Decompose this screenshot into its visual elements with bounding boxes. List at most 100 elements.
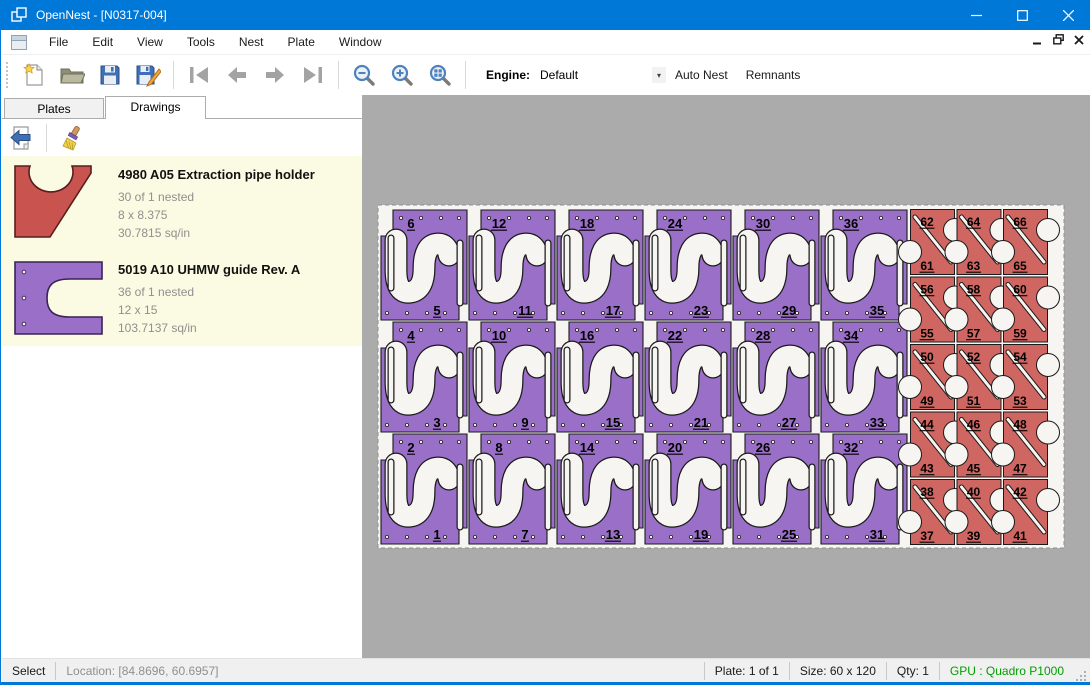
part-hole [777, 423, 780, 426]
nest-pair-purple[interactable]: 1817 [557, 210, 643, 320]
nest-pair-purple[interactable]: 3433 [821, 322, 907, 432]
part-hole [703, 216, 706, 219]
zoom-in-button[interactable] [383, 59, 421, 91]
part-hole [737, 535, 740, 538]
part-hole [865, 535, 868, 538]
clear-button[interactable] [53, 122, 91, 154]
tab-plates[interactable]: Plates [4, 98, 104, 119]
part-hole [777, 535, 780, 538]
part-hole [845, 535, 848, 538]
part-hole [865, 423, 868, 426]
save-as-button[interactable] [129, 59, 167, 91]
nest-canvas-area[interactable]: 654321 121110987 181716151413 242322212019 3… [363, 95, 1090, 658]
menu-edit[interactable]: Edit [80, 31, 125, 53]
first-plate-button[interactable] [180, 59, 218, 91]
zoom-out-button[interactable] [345, 59, 383, 91]
open-button[interactable] [53, 59, 91, 91]
tab-drawings[interactable]: Drawings [105, 96, 206, 119]
last-plate-button[interactable] [294, 59, 332, 91]
part-number-label: 37 [920, 529, 934, 543]
menu-nest[interactable]: Nest [227, 31, 276, 53]
new-document-icon [22, 63, 46, 87]
part-notch [992, 443, 1015, 466]
menu-tools[interactable]: Tools [175, 31, 227, 53]
part-number-label: 19 [694, 527, 708, 542]
part-hole [865, 311, 868, 314]
next-plate-button[interactable] [256, 59, 294, 91]
document-window-icon[interactable] [11, 35, 27, 50]
tab-strip-border-mask [106, 118, 205, 119]
part-number-label: 48 [1013, 418, 1027, 432]
part-number-label: 62 [920, 215, 934, 229]
nest-pair-purple[interactable]: 2827 [733, 322, 819, 432]
nest-pair-purple[interactable]: 87 [469, 434, 555, 544]
part-number-label: 15 [606, 415, 620, 430]
send-to-plate-button[interactable] [2, 122, 40, 154]
part-hole [419, 328, 422, 331]
nest-pair-purple[interactable]: 21 [381, 434, 467, 544]
menu-plate[interactable]: Plate [276, 31, 327, 53]
nest-pair-purple[interactable]: 3635 [821, 210, 907, 320]
drawing-item[interactable]: 5019 A10 UHMW guide Rev. A 36 of 1 neste… [2, 251, 362, 346]
part-hole [493, 535, 496, 538]
toolbar-grip[interactable] [6, 62, 9, 88]
status-bar: Select Location: [84.8696, 60.6957] Plat… [2, 658, 1090, 682]
part-hole [487, 216, 490, 219]
menu-window[interactable]: Window [327, 31, 394, 53]
nest-pair-purple[interactable]: 3029 [733, 210, 819, 320]
part-hole [513, 311, 516, 314]
part-notch [899, 376, 922, 399]
drawing-area: 103.7137 sq/in [118, 319, 300, 337]
new-button[interactable] [15, 59, 53, 91]
part-number-label: 13 [606, 527, 620, 542]
menu-view[interactable]: View [125, 31, 175, 53]
part-hole [561, 423, 564, 426]
main-toolbar: Engine: Default ▾ Auto Nest Remnants [2, 55, 1090, 95]
nest-pair-purple[interactable]: 65 [381, 210, 467, 320]
drawing-item[interactable]: 4980 A05 Extraction pipe holder 30 of 1 … [2, 156, 362, 251]
part-hole [493, 423, 496, 426]
engine-combobox[interactable]: Default ▾ [536, 64, 666, 86]
part-hole [633, 440, 636, 443]
part-hole [601, 423, 604, 426]
part-hole [601, 311, 604, 314]
part-hole [859, 328, 862, 331]
part-hole [737, 423, 740, 426]
part-hole [545, 216, 548, 219]
part-hole [399, 328, 402, 331]
nest-pair-purple[interactable]: 1413 [557, 434, 643, 544]
mdi-close-icon[interactable] [1074, 35, 1084, 45]
part-number-label: 64 [967, 215, 981, 229]
maximize-button[interactable] [999, 0, 1045, 30]
part-hole [581, 535, 584, 538]
part-hole [385, 423, 388, 426]
nest-pair-purple[interactable]: 43 [381, 322, 467, 432]
minimize-button[interactable] [953, 0, 999, 30]
menu-file[interactable]: File [37, 31, 80, 53]
part-notch [1037, 489, 1060, 512]
nest-pair-purple[interactable]: 2221 [645, 322, 731, 432]
part-hole [683, 328, 686, 331]
mdi-restore-icon[interactable] [1053, 34, 1064, 45]
nest-pair-purple[interactable]: 1211 [469, 210, 555, 320]
status-mode: Select [2, 664, 55, 678]
zoom-out-icon [352, 63, 376, 87]
part-number-label: 3 [433, 415, 440, 430]
nest-pair-purple[interactable]: 3231 [821, 434, 907, 544]
nest-view[interactable]: 654321 121110987 181716151413 242322212019 3… [363, 95, 1090, 658]
part-hole [575, 328, 578, 331]
nest-pair-purple[interactable]: 1615 [557, 322, 643, 432]
save-button[interactable] [91, 59, 129, 91]
resize-grip[interactable] [1074, 668, 1088, 682]
mdi-minimize-icon[interactable] [1033, 35, 1043, 45]
nest-pair-purple[interactable]: 2625 [733, 434, 819, 544]
part-hole [487, 328, 490, 331]
zoom-fit-button[interactable] [421, 59, 459, 91]
remnants-button[interactable]: Remnants [737, 63, 810, 87]
nest-pair-purple[interactable]: 2423 [645, 210, 731, 320]
previous-plate-button[interactable] [218, 59, 256, 91]
nest-pair-purple[interactable]: 109 [469, 322, 555, 432]
close-button[interactable] [1045, 0, 1090, 30]
nest-pair-purple[interactable]: 2019 [645, 434, 731, 544]
auto-nest-button[interactable]: Auto Nest [666, 63, 737, 87]
